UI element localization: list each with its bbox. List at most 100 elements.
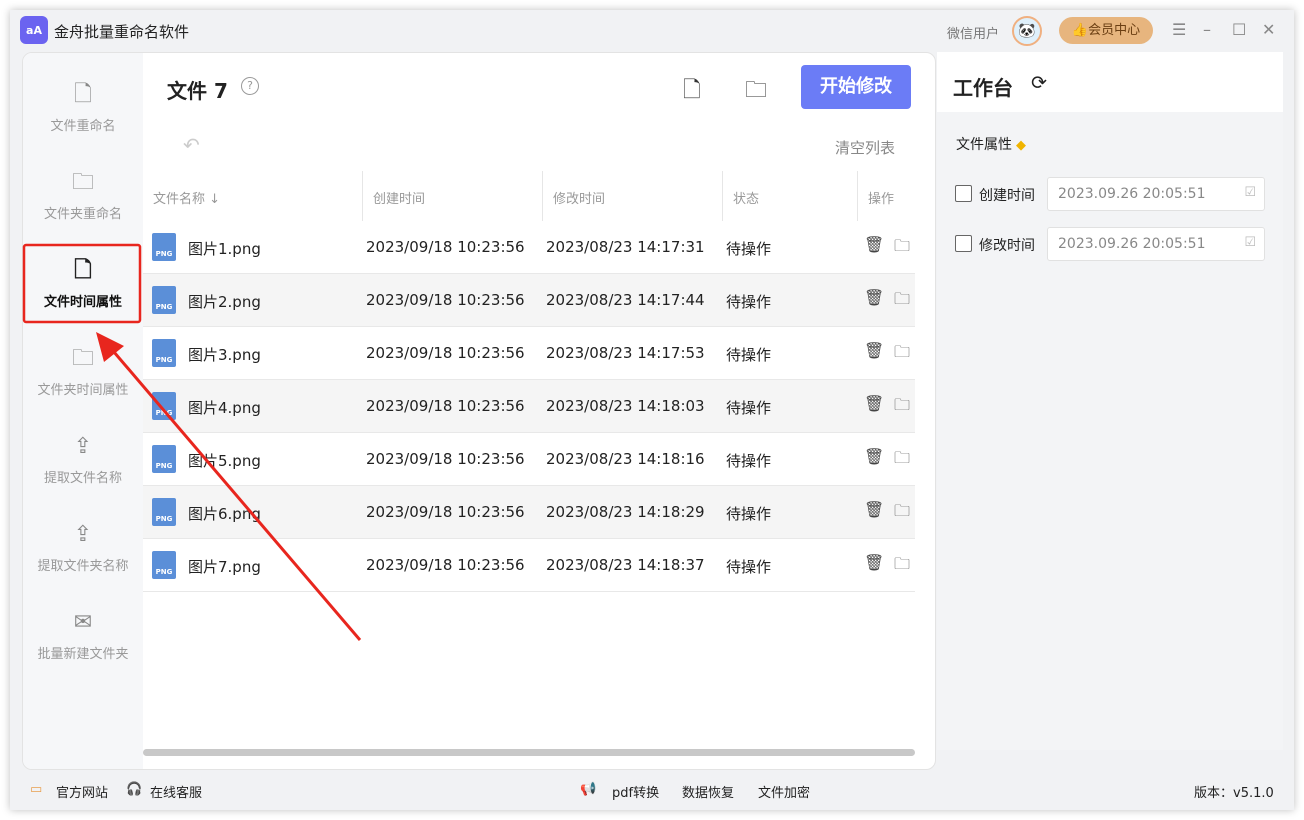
table-row[interactable]: PNG 图片4.png 2023/09/18 10:23:56 2023/08/… bbox=[143, 380, 915, 433]
status: 待操作 bbox=[726, 397, 771, 418]
add-file-icon[interactable]: 🗋 bbox=[683, 73, 701, 111]
status: 待操作 bbox=[726, 344, 771, 365]
created-time: 2023/09/18 10:23:56 bbox=[366, 238, 525, 256]
delete-icon[interactable]: 🗑 bbox=[864, 341, 884, 360]
start-button[interactable]: 开始修改 bbox=[801, 65, 911, 109]
delete-icon[interactable]: 🗑 bbox=[864, 500, 884, 519]
sidebar-item-file-time[interactable]: 🗋文件时间属性 bbox=[23, 229, 143, 309]
mail-folder-icon: ✉ bbox=[23, 609, 143, 637]
file-name: 图片4.png bbox=[188, 397, 261, 418]
sidebar-item-folder-time[interactable]: 🗀文件夹时间属性 bbox=[23, 317, 143, 397]
sidebar-item-new-folders[interactable]: ✉ 批量新建文件夹 bbox=[23, 581, 143, 661]
open-folder-icon[interactable]: 🗀 bbox=[894, 447, 910, 474]
modified-time-input[interactable]: 2023.09.26 20:05:51 ☑ bbox=[1047, 227, 1265, 261]
col-status: 状态 bbox=[733, 188, 759, 207]
encrypt-link[interactable]: 文件加密 bbox=[758, 782, 810, 801]
calendar-icon[interactable]: ☑ bbox=[1244, 235, 1256, 250]
status: 待操作 bbox=[726, 450, 771, 471]
close-icon[interactable]: ✕ bbox=[1262, 20, 1275, 39]
app-window: aA 金舟批量重命名软件 微信用户 🐼 👍会员中心 ☰ – ☐ ✕ 🗋文件重命名… bbox=[10, 10, 1294, 810]
table-row[interactable]: PNG 图片7.png 2023/09/18 10:23:56 2023/08/… bbox=[143, 539, 915, 592]
created-time-label: 创建时间 bbox=[979, 185, 1035, 205]
col-actions: 操作 bbox=[868, 188, 894, 207]
page-title: 文件 7 bbox=[167, 75, 228, 104]
table-row[interactable]: PNG 图片1.png 2023/09/18 10:23:56 2023/08/… bbox=[143, 221, 915, 274]
created-time: 2023/09/18 10:23:56 bbox=[366, 397, 525, 415]
col-name[interactable]: 文件名称 ↓ bbox=[153, 188, 220, 207]
created-time: 2023/09/18 10:23:56 bbox=[366, 503, 525, 521]
folder-upload-icon: ⇪ bbox=[23, 521, 143, 549]
table-row[interactable]: PNG 图片5.png 2023/09/18 10:23:56 2023/08/… bbox=[143, 433, 915, 486]
undo-icon[interactable]: ↶ bbox=[183, 133, 200, 157]
avatar[interactable]: 🐼 bbox=[1012, 16, 1042, 46]
horizontal-scrollbar[interactable] bbox=[143, 749, 915, 756]
table-header: 文件名称 ↓ 创建时间 修改时间 状态 操作 bbox=[143, 171, 915, 221]
png-file-icon: PNG bbox=[152, 498, 176, 526]
modified-time: 2023/08/23 14:17:53 bbox=[546, 344, 705, 362]
recover-link[interactable]: 数据恢复 bbox=[682, 782, 734, 801]
help-icon[interactable]: ? bbox=[241, 77, 259, 95]
file-name: 图片1.png bbox=[188, 238, 261, 259]
modified-value: 2023.09.26 20:05:51 bbox=[1058, 236, 1206, 252]
delete-icon[interactable]: 🗑 bbox=[864, 288, 884, 307]
open-folder-icon[interactable]: 🗀 bbox=[894, 553, 910, 580]
created-time: 2023/09/18 10:23:56 bbox=[366, 556, 525, 574]
table-row[interactable]: PNG 图片6.png 2023/09/18 10:23:56 2023/08/… bbox=[143, 486, 915, 539]
file-name: 图片3.png bbox=[188, 344, 261, 365]
created-time-input[interactable]: 2023.09.26 20:05:51 ☑ bbox=[1047, 177, 1265, 211]
sidebar-item-extract-folder[interactable]: ⇪提取文件夹名称 bbox=[23, 493, 143, 573]
folder-clock-icon: 🗀 bbox=[23, 345, 143, 373]
add-folder-icon[interactable]: 🗀 bbox=[745, 73, 767, 111]
calendar-icon[interactable]: ☑ bbox=[1244, 185, 1256, 200]
website-link[interactable]: 官方网站 bbox=[56, 782, 108, 801]
open-folder-icon[interactable]: 🗀 bbox=[894, 235, 910, 262]
delete-icon[interactable]: 🗑 bbox=[864, 447, 884, 466]
table-row[interactable]: PNG 图片2.png 2023/09/18 10:23:56 2023/08/… bbox=[143, 274, 915, 327]
delete-icon[interactable]: 🗑 bbox=[864, 394, 884, 413]
maximize-icon[interactable]: ☐ bbox=[1232, 20, 1246, 39]
file-name: 图片6.png bbox=[188, 503, 261, 524]
open-folder-icon[interactable]: 🗀 bbox=[894, 288, 910, 315]
sidebar-label: 批量新建文件夹 bbox=[37, 647, 128, 662]
minimize-icon[interactable]: – bbox=[1203, 20, 1211, 39]
file-name: 图片2.png bbox=[188, 291, 261, 312]
modified-time-checkbox[interactable] bbox=[955, 235, 972, 252]
delete-icon[interactable]: 🗑 bbox=[864, 553, 884, 572]
modified-time: 2023/08/23 14:18:16 bbox=[546, 450, 705, 468]
created-time: 2023/09/18 10:23:56 bbox=[366, 291, 525, 309]
created-value: 2023.09.26 20:05:51 bbox=[1058, 186, 1206, 202]
col-modified: 修改时间 bbox=[553, 188, 605, 207]
open-folder-icon[interactable]: 🗀 bbox=[894, 394, 910, 421]
sidebar-item-extract-file[interactable]: ⇪ 提取文件名称 bbox=[23, 405, 143, 485]
sidebar-item-folder-rename[interactable]: 🗀文件夹重命名 bbox=[23, 141, 143, 221]
service-link[interactable]: 在线客服 bbox=[150, 782, 202, 801]
open-folder-icon[interactable]: 🗀 bbox=[894, 341, 910, 368]
file-clock-icon: 🗋 bbox=[23, 257, 143, 285]
refresh-icon[interactable]: ⟳ bbox=[1031, 72, 1047, 94]
title-bar: aA 金舟批量重命名软件 微信用户 🐼 👍会员中心 ☰ – ☐ ✕ bbox=[10, 10, 1294, 52]
png-file-icon: PNG bbox=[152, 286, 176, 314]
table-row[interactable]: PNG 图片3.png 2023/09/18 10:23:56 2023/08/… bbox=[143, 327, 915, 380]
sidebar-label: 文件重命名 bbox=[50, 119, 115, 134]
created-time: 2023/09/18 10:23:56 bbox=[366, 344, 525, 362]
png-file-icon: PNG bbox=[152, 339, 176, 367]
sidebar-item-file-rename[interactable]: 🗋文件重命名 bbox=[23, 53, 143, 133]
file-upload-icon: ⇪ bbox=[23, 433, 143, 461]
png-file-icon: PNG bbox=[152, 551, 176, 579]
file-name: 图片5.png bbox=[188, 450, 261, 471]
menu-icon[interactable]: ☰ bbox=[1172, 20, 1186, 39]
vip-label: 会员中心 bbox=[1088, 23, 1140, 38]
open-folder-icon[interactable]: 🗀 bbox=[894, 500, 910, 527]
status: 待操作 bbox=[726, 238, 771, 259]
pdf-link[interactable]: pdf转换 bbox=[612, 782, 659, 801]
user-name[interactable]: 微信用户 bbox=[947, 23, 999, 42]
created-time-checkbox[interactable] bbox=[955, 185, 972, 202]
folder-edit-icon: 🗀 bbox=[23, 169, 143, 197]
modified-time-label: 修改时间 bbox=[979, 235, 1035, 255]
sidebar-label: 提取文件名称 bbox=[44, 471, 122, 486]
file-name: 图片7.png bbox=[188, 556, 261, 577]
vip-center-button[interactable]: 👍会员中心 bbox=[1059, 17, 1153, 44]
headset-icon: 🎧 bbox=[126, 782, 142, 797]
delete-icon[interactable]: 🗑 bbox=[864, 235, 884, 254]
clear-list-button[interactable]: 清空列表 bbox=[835, 137, 895, 158]
